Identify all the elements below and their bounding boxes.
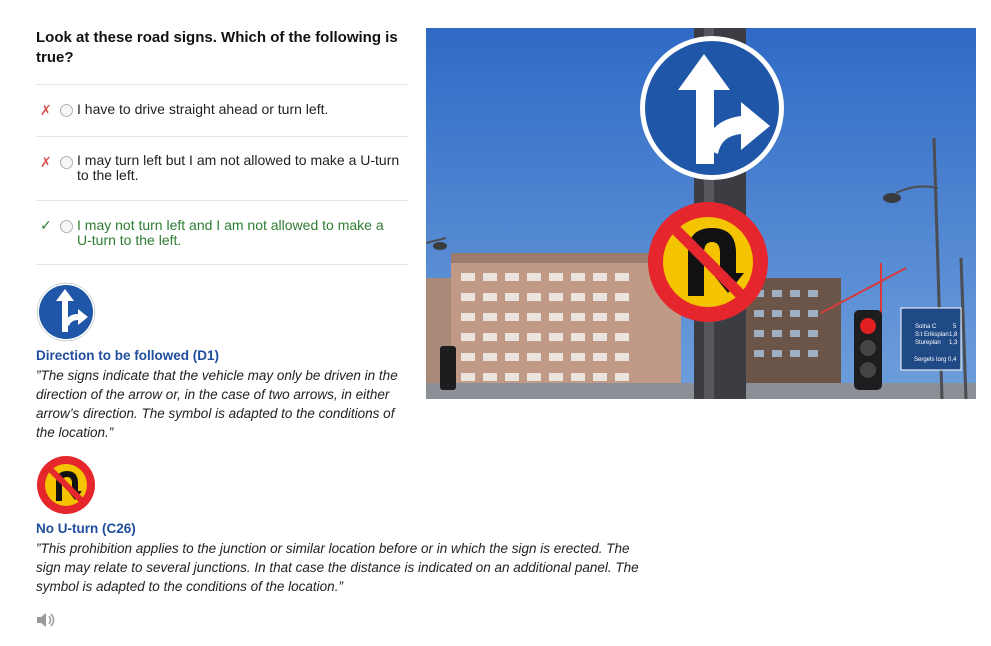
no-u-turn-sign-icon (37, 456, 95, 514)
street-sign-dest-4: Sergels torg (914, 357, 946, 363)
street-sign-dist-4: 0,4 (948, 357, 957, 363)
x-mark-icon: ✗ (40, 102, 52, 118)
street-sign-dest-3: Stureplan (915, 340, 941, 346)
check-mark-icon: ✓ (40, 217, 52, 233)
answer-option-3[interactable]: ✓ I may not turn left and I am not allow… (36, 201, 408, 265)
answer-radio-1[interactable] (60, 104, 73, 117)
street-sign-dist-3: 1,3 (949, 340, 958, 346)
direction-to-be-followed-sign-icon (36, 282, 96, 342)
answer-list: ✗ I have to drive straight ahead or turn… (36, 84, 408, 265)
answer-text-2: I may turn left but I am not allowed to … (77, 152, 400, 183)
answer-text-3: I may not turn left and I am not allowed… (77, 217, 384, 248)
street-sign-dest-1: Solna C (915, 324, 937, 330)
question-text: Look at these road signs. Which of the f… (36, 29, 398, 66)
speaker-icon[interactable] (36, 612, 56, 628)
x-mark-icon: ✗ (40, 154, 52, 170)
answer-radio-3[interactable] (60, 220, 73, 233)
street-sign-dist-2: 1,8 (949, 332, 958, 338)
road-sign-photo: Solna C 5 S:t Eriksplan 1,8 Stureplan 1,… (426, 28, 976, 399)
answer-radio-2[interactable] (60, 156, 73, 169)
answer-option-2[interactable]: ✗ I may turn left but I am not allowed t… (36, 137, 408, 201)
sign-description-c26: ”This prohibition applies to the junctio… (36, 541, 639, 594)
answer-text-1: I have to drive straight ahead or turn l… (77, 101, 329, 117)
sign-title-c26: No U-turn (C26) (36, 521, 136, 536)
answer-option-1[interactable]: ✗ I have to drive straight ahead or turn… (36, 85, 408, 137)
street-sign-dest-2: S:t Eriksplan (915, 332, 949, 338)
road-scene-illustration: Solna C 5 S:t Eriksplan 1,8 Stureplan 1,… (426, 28, 976, 399)
sign-description-d1: ”The signs indicate that the vehicle may… (36, 368, 398, 440)
sign-title-d1: Direction to be followed (D1) (36, 348, 220, 363)
